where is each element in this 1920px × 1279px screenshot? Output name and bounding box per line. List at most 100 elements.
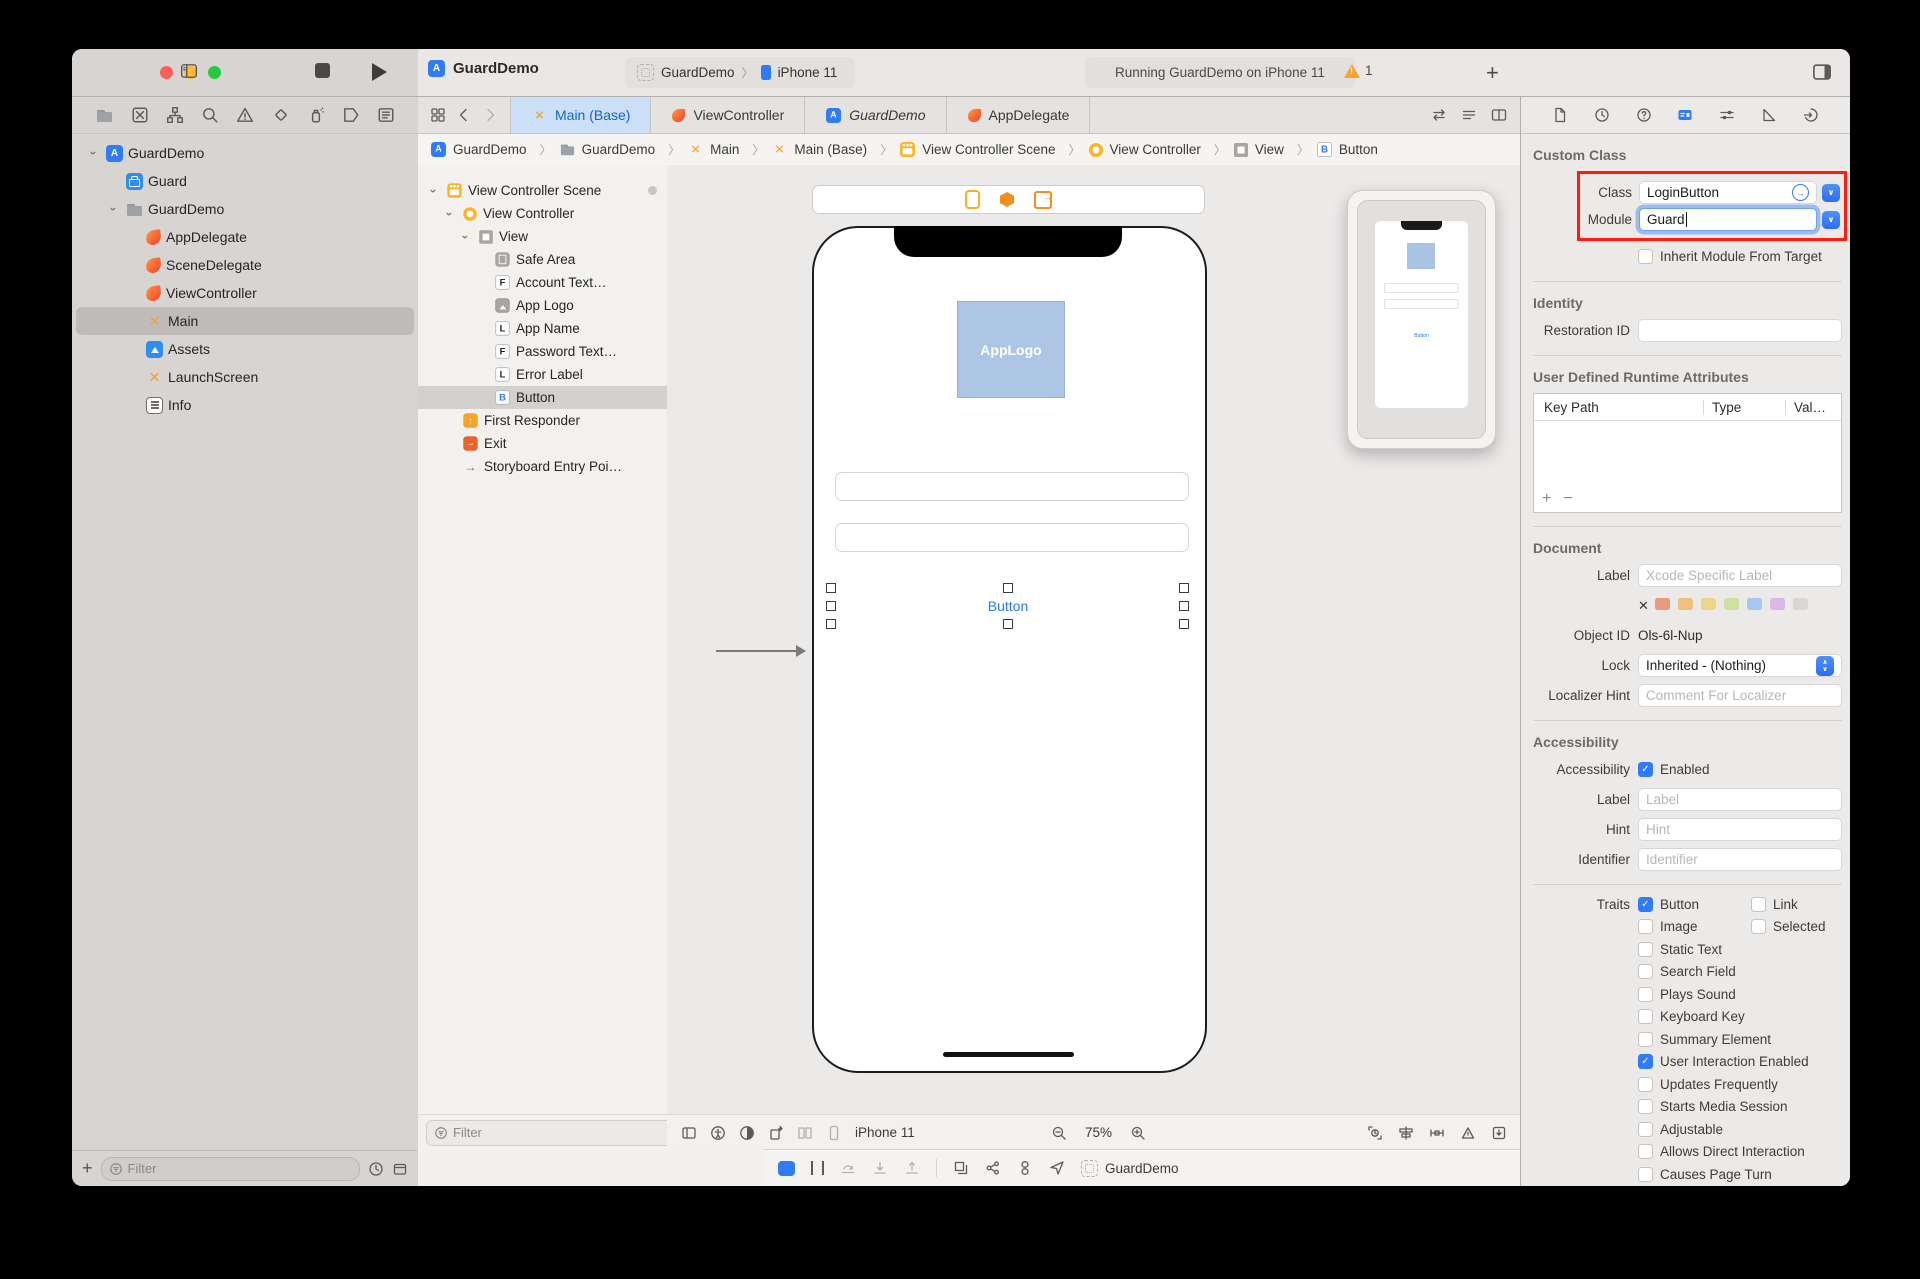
storyboard-entry-arrow[interactable] — [716, 650, 804, 652]
trait-checkbox[interactable] — [1638, 1167, 1653, 1182]
zoom-window-button[interactable] — [208, 66, 221, 79]
first-responder-dock-icon[interactable] — [1000, 192, 1014, 207]
outline-row[interactable]: Exit — [418, 432, 667, 455]
trait-checkbox[interactable] — [1638, 1077, 1653, 1092]
quick-help-inspector-icon[interactable] — [1636, 107, 1652, 123]
view-hierarchy-debugger-icon[interactable] — [953, 1160, 969, 1176]
a11y-identifier-field[interactable]: Identifier — [1638, 848, 1842, 871]
editor-options-icon[interactable] — [1461, 107, 1477, 123]
find-navigator-icon[interactable] — [201, 106, 219, 124]
file-tree-row[interactable]: Guard — [72, 167, 418, 195]
device-name-button[interactable]: iPhone 11 — [855, 1125, 915, 1140]
resolve-autolayout-icon[interactable] — [1460, 1125, 1476, 1141]
connections-inspector-icon[interactable] — [1803, 107, 1819, 123]
account-text-field[interactable] — [835, 472, 1189, 501]
file-tree-row[interactable]: GuardDemo — [72, 139, 418, 167]
file-inspector-icon[interactable] — [1552, 107, 1568, 123]
embed-in-icon[interactable] — [1491, 1125, 1507, 1141]
run-button[interactable] — [372, 63, 387, 81]
disclosure-chevron[interactable] — [427, 183, 441, 198]
file-tree-row[interactable]: ViewController — [72, 279, 418, 307]
add-constraints-icon[interactable] — [1429, 1125, 1445, 1141]
debug-navigator-icon[interactable] — [307, 106, 325, 124]
breakpoints-toggle-button[interactable] — [778, 1161, 795, 1176]
iphone-canvas-frame[interactable]: AppLogo — [812, 226, 1207, 1073]
trait-checkbox[interactable] — [1638, 964, 1653, 979]
trait-checkbox[interactable] — [1751, 897, 1766, 912]
selection-handle[interactable] — [1179, 619, 1189, 629]
toggle-navigator-icon[interactable] — [180, 62, 198, 80]
jump-bar-item[interactable]: GuardDemo 〉 — [430, 141, 559, 158]
jump-bar-item[interactable]: GuardDemo 〉 — [559, 141, 688, 158]
issue-navigator-icon[interactable] — [236, 106, 254, 124]
trait-checkbox[interactable] — [1638, 1054, 1653, 1069]
project-navigator-icon[interactable] — [95, 106, 114, 125]
color-swatch[interactable] — [1770, 598, 1785, 610]
trait-checkbox[interactable] — [1638, 987, 1653, 1002]
source-control-navigator-icon[interactable] — [131, 106, 149, 124]
selection-handle[interactable] — [826, 601, 836, 611]
editor-tab[interactable]: AppDelegate — [947, 97, 1091, 133]
editor-tab[interactable]: GuardDemo — [805, 97, 946, 133]
trait-checkbox[interactable] — [1638, 1099, 1653, 1114]
update-frames-icon[interactable] — [1367, 1125, 1383, 1141]
selection-handle[interactable] — [1003, 619, 1013, 629]
file-tree-row[interactable]: LaunchScreen — [72, 363, 418, 391]
swap-editor-icon[interactable] — [1431, 107, 1447, 123]
accessibility-enabled-checkbox[interactable] — [1638, 762, 1653, 777]
split-preview-icon[interactable] — [797, 1125, 813, 1141]
symbol-navigator-icon[interactable] — [166, 106, 184, 124]
step-over-icon[interactable] — [840, 1160, 856, 1176]
outline-row[interactable]: Safe Area — [418, 248, 667, 271]
add-tab-button[interactable]: + — [1486, 60, 1499, 86]
pause-execution-icon[interactable] — [811, 1161, 824, 1175]
outline-row[interactable]: Storyboard Entry Poi… — [418, 455, 667, 478]
navigator-filter-field[interactable]: Filter — [101, 1157, 360, 1181]
class-field[interactable]: LoginButton → — [1639, 181, 1817, 204]
environment-overrides-icon[interactable] — [1017, 1160, 1033, 1176]
exit-dock-icon[interactable] — [1034, 191, 1052, 209]
accessibility-preview-icon[interactable] — [710, 1125, 726, 1141]
trait-checkbox[interactable] — [1638, 1122, 1653, 1137]
trait-checkbox[interactable] — [1638, 897, 1653, 912]
trait-checkbox[interactable] — [1638, 942, 1653, 957]
forward-button-icon[interactable] — [482, 107, 498, 123]
file-tree-row[interactable]: Info — [72, 391, 418, 419]
simulate-location-icon[interactable] — [1049, 1160, 1065, 1176]
step-out-icon[interactable] — [904, 1160, 920, 1176]
trait-checkbox[interactable] — [1638, 919, 1653, 934]
color-swatch[interactable] — [1724, 598, 1739, 610]
orientation-icon[interactable] — [768, 1125, 784, 1141]
localizer-hint-field[interactable]: Comment For Localizer — [1638, 684, 1842, 707]
color-swatch[interactable] — [1655, 598, 1670, 610]
inherit-module-checkbox[interactable] — [1638, 249, 1653, 264]
outline-row[interactable]: App Name — [418, 317, 667, 340]
selection-handle[interactable] — [826, 583, 836, 593]
stop-button[interactable] — [315, 63, 330, 78]
selection-handle[interactable] — [826, 619, 836, 629]
a11y-hint-field[interactable]: Hint — [1638, 818, 1842, 841]
appearance-toggle-icon[interactable] — [739, 1125, 755, 1141]
outline-row[interactable]: Button — [418, 386, 667, 409]
add-editor-icon[interactable] — [1491, 107, 1507, 123]
zoom-out-icon[interactable] — [1051, 1125, 1067, 1141]
document-label-field[interactable]: Xcode Specific Label — [1638, 564, 1842, 587]
file-tree-row[interactable]: Main — [76, 307, 414, 335]
color-swatch[interactable] — [1701, 598, 1716, 610]
jump-bar-item[interactable]: Button 〉 — [1316, 141, 1378, 158]
editor-tab[interactable]: ViewController — [651, 97, 805, 133]
attributes-inspector-icon[interactable] — [1719, 107, 1735, 123]
login-button[interactable]: Button — [988, 598, 1028, 614]
outline-row[interactable]: View Controller Scene — [418, 179, 667, 202]
interface-builder-canvas[interactable]: AppLogo Button — [667, 165, 1521, 1115]
file-tree-row[interactable]: GuardDemo — [72, 195, 418, 223]
color-swatch[interactable] — [1793, 598, 1808, 610]
file-tree-row[interactable]: Assets — [72, 335, 418, 363]
selection-handle[interactable] — [1179, 601, 1189, 611]
module-dropdown-icon[interactable] — [1822, 211, 1840, 229]
debug-process-label[interactable]: GuardDemo — [1081, 1160, 1179, 1177]
jump-bar-item[interactable]: View 〉 — [1233, 141, 1316, 158]
jump-to-class-icon[interactable]: → — [1792, 184, 1809, 201]
view-controller-dock-icon[interactable] — [965, 190, 980, 209]
trait-checkbox[interactable] — [1751, 919, 1766, 934]
